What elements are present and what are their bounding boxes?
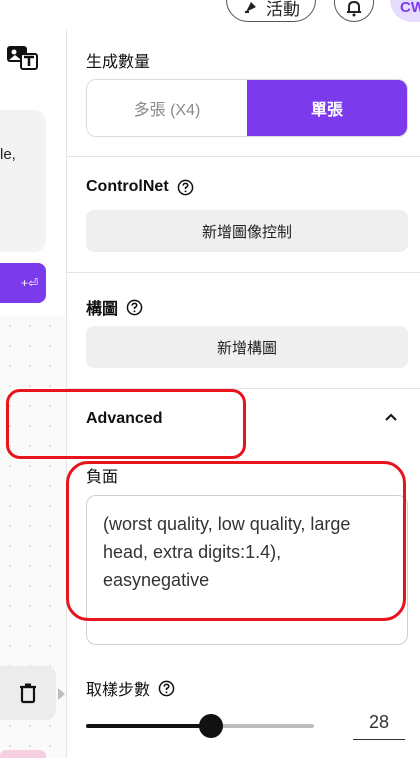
- generate-count-label: 生成數量: [86, 54, 151, 71]
- rocket-icon: [245, 2, 256, 13]
- negative-prompt-input[interactable]: (worst quality, low quality, large head,…: [86, 495, 408, 645]
- slider-fill: [86, 724, 212, 728]
- left-panel: le, +⏎: [0, 30, 66, 758]
- image-text-icon: [7, 46, 38, 70]
- events-button[interactable]: 活動: [226, 0, 316, 22]
- multiple-option[interactable]: 多張 (X4): [87, 80, 247, 136]
- trash-icon: [20, 683, 36, 704]
- pink-tab: [0, 750, 46, 758]
- generate-count-toggle: 多張 (X4) 單張: [86, 79, 408, 137]
- advanced-section-header[interactable]: Advanced: [67, 388, 420, 452]
- delete-button[interactable]: [0, 666, 56, 720]
- notification-button[interactable]: [334, 0, 374, 22]
- divider: [67, 156, 420, 157]
- advanced-label: Advanced: [86, 410, 163, 427]
- prompt-card-text: le,: [0, 146, 16, 163]
- divider: [67, 272, 420, 273]
- avatar[interactable]: CW: [390, 0, 420, 22]
- slider-thumb[interactable]: [199, 714, 224, 738]
- submit-button[interactable]: +⏎: [0, 263, 46, 303]
- bell-icon: [347, 0, 361, 17]
- help-icon[interactable]: [177, 179, 194, 196]
- sampling-steps-value[interactable]: 28: [353, 712, 405, 740]
- add-composition-button[interactable]: 新增構圖: [86, 326, 408, 368]
- settings-panel: 生成數量 多張 (X4) 單張 ControlNet 新增圖像控制 構圖 新增構…: [66, 30, 420, 758]
- help-icon[interactable]: [158, 680, 175, 697]
- expand-arrow-icon[interactable]: [58, 688, 65, 700]
- sampling-steps-slider[interactable]: [86, 714, 314, 738]
- controlnet-label: ControlNet: [86, 178, 194, 196]
- single-option[interactable]: 單張: [247, 80, 407, 136]
- chevron-up-icon[interactable]: [383, 410, 399, 426]
- sampling-steps-label: 取樣步數: [86, 676, 175, 700]
- help-icon[interactable]: [126, 299, 143, 316]
- prompt-card[interactable]: [0, 110, 46, 252]
- negative-prompt-label: 負面: [86, 469, 119, 486]
- composition-label: 構圖: [86, 295, 143, 319]
- events-label: 活動: [266, 0, 300, 19]
- add-image-control-button[interactable]: 新增圖像控制: [86, 210, 408, 252]
